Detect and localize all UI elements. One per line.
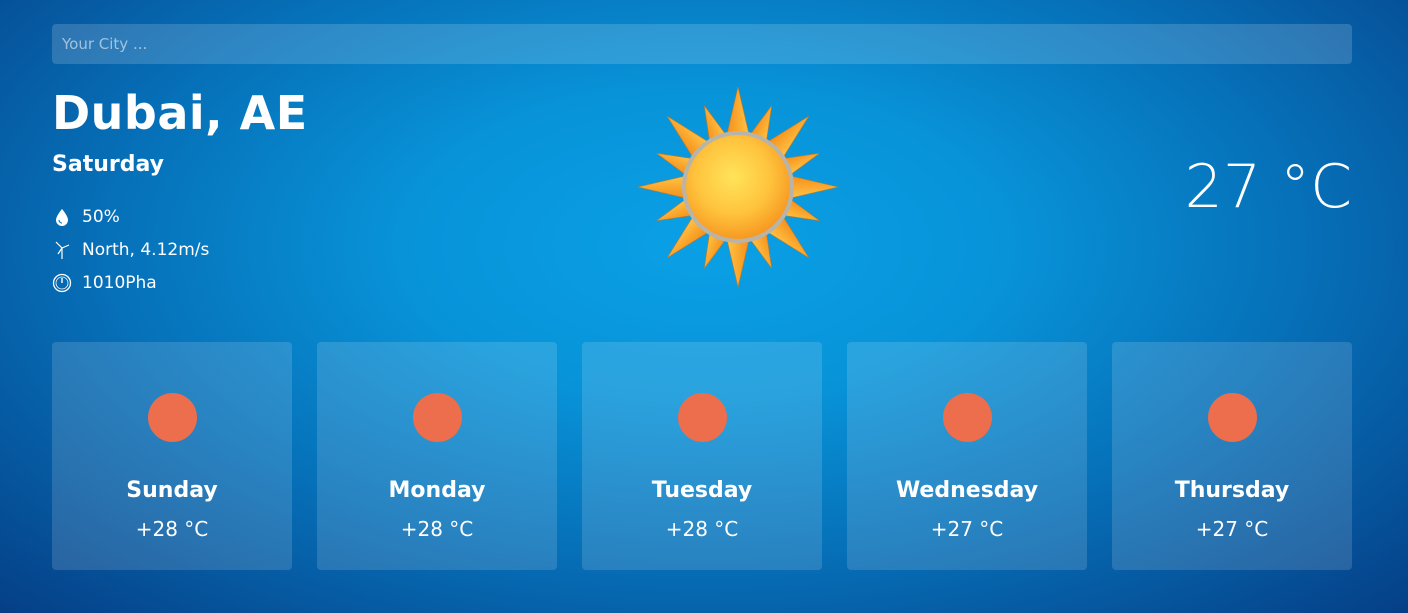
weather-dot-icon	[943, 393, 992, 442]
forecast-temp: +27 °C	[1195, 517, 1269, 541]
forecast-card-wednesday: Wednesday +27 °C	[847, 342, 1087, 570]
humidity-row: 50%	[52, 200, 209, 233]
weather-dot-icon	[148, 393, 197, 442]
wind-turbine-icon	[52, 240, 72, 260]
pressure-gauge-icon	[52, 273, 72, 293]
forecast-card-tuesday: Tuesday +28 °C	[582, 342, 822, 570]
current-temperature: 27 °C	[1184, 152, 1352, 222]
forecast-card-monday: Monday +28 °C	[317, 342, 557, 570]
city-search-input[interactable]	[52, 24, 1352, 64]
forecast-list: Sunday +28 °C Monday +28 °C Tuesday +28 …	[52, 342, 1352, 570]
humidity-value: 50%	[82, 206, 120, 227]
forecast-day: Sunday	[126, 478, 218, 503]
forecast-card-thursday: Thursday +27 °C	[1112, 342, 1352, 570]
sun-icon	[636, 84, 840, 290]
weather-dot-icon	[678, 393, 727, 442]
pressure-value: 1010Pha	[82, 272, 157, 293]
wind-row: North, 4.12m/s	[52, 233, 209, 266]
forecast-temp: +28 °C	[135, 517, 209, 541]
forecast-day: Monday	[388, 478, 486, 503]
weather-dot-icon	[413, 393, 462, 442]
pressure-row: 1010Pha	[52, 266, 209, 299]
forecast-temp: +28 °C	[400, 517, 474, 541]
weather-details: 50% North, 4.12m/s 1010Pha	[52, 200, 209, 299]
wind-value: North, 4.12m/s	[82, 239, 210, 260]
city-name: Dubai, AE	[52, 86, 308, 140]
current-day: Saturday	[52, 152, 164, 177]
forecast-card-sunday: Sunday +28 °C	[52, 342, 292, 570]
forecast-temp: +28 °C	[665, 517, 739, 541]
forecast-day: Tuesday	[651, 478, 753, 503]
weather-dot-icon	[1208, 393, 1257, 442]
humidity-drop-icon	[52, 207, 72, 227]
forecast-day: Wednesday	[895, 478, 1039, 503]
forecast-temp: +27 °C	[930, 517, 1004, 541]
forecast-day: Thursday	[1174, 478, 1290, 503]
